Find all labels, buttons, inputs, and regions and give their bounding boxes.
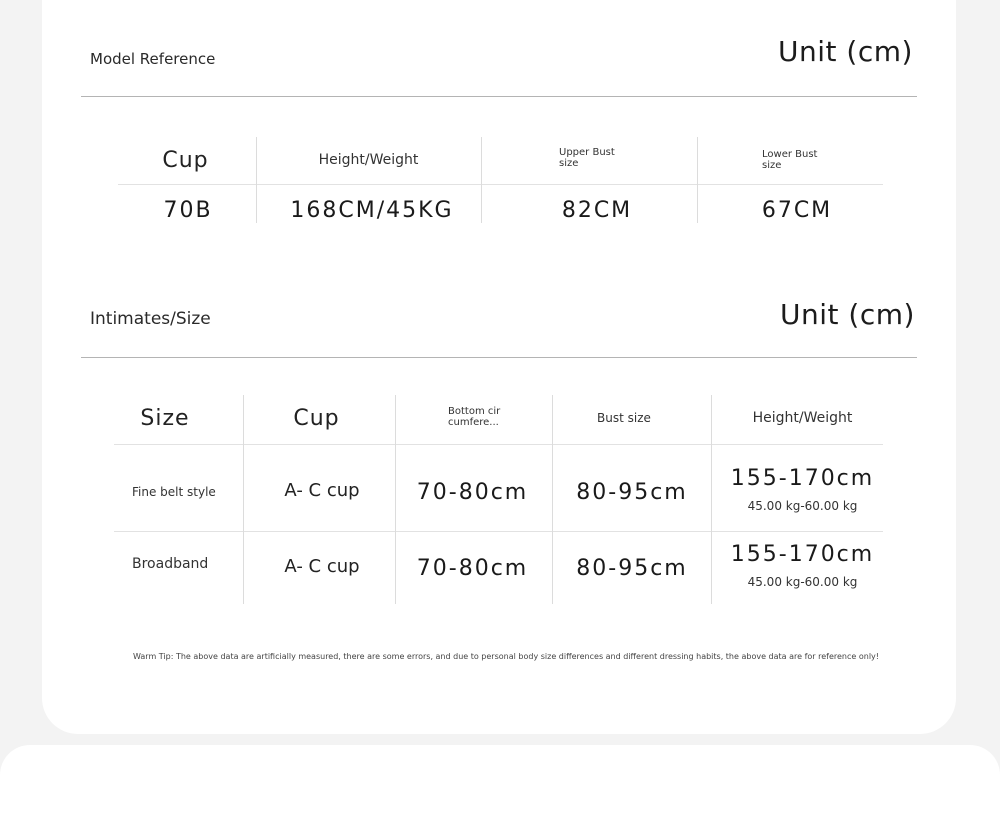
model-value-cup: 70B xyxy=(163,197,213,223)
size-header-height-weight: Height/Weight xyxy=(752,410,853,426)
size-row-1-label: Fine belt style xyxy=(132,485,216,499)
size-unit-label: Unit (cm) xyxy=(780,298,915,331)
size-header-size: Size xyxy=(140,405,190,431)
size-row-2-height: 155-170cm xyxy=(730,541,875,567)
model-value-upper-bust: 82CM xyxy=(561,197,633,223)
intimates-size-title: Intimates/Size xyxy=(90,309,211,329)
model-header-cup: Cup xyxy=(162,147,209,173)
size-row-1-bottom: 70-80cm xyxy=(416,479,529,505)
size-row-1-bust: 80-95cm xyxy=(576,479,688,505)
model-header-height-weight: Height/Weight xyxy=(318,152,419,168)
size-header-cup: Cup xyxy=(293,405,340,431)
size-table-row-divider xyxy=(114,444,883,445)
size-row-1-height: 155-170cm xyxy=(730,465,875,491)
warm-tip-text: Warm Tip: The above data are artificiall… xyxy=(133,652,879,661)
size-row-2-weight: 45.00 kg-60.00 kg xyxy=(747,574,858,589)
size-row-2-height-weight: 155-170cm 45.00 kg-60.00 kg xyxy=(711,540,894,590)
bottom-card xyxy=(0,745,1000,825)
model-reference-title: Model Reference xyxy=(90,50,216,68)
model-value-lower-bust: 67CM xyxy=(761,197,833,223)
model-table-row-divider xyxy=(118,184,883,185)
size-chart-card: Model Reference Unit (cm) Cup Height/Wei… xyxy=(42,0,956,734)
size-row-1-cup: A- C cup xyxy=(284,479,360,501)
size-row-2-label: Broadband xyxy=(132,556,209,572)
size-section-divider xyxy=(81,357,917,358)
size-header-bust-size: Bust size xyxy=(597,411,651,425)
model-header-lower-bust: Lower Bust size xyxy=(762,149,818,171)
size-row-2-bust: 80-95cm xyxy=(576,555,688,581)
model-value-height-weight: 168CM/45KG xyxy=(290,197,454,223)
size-row-1-height-weight: 155-170cm 45.00 kg-60.00 kg xyxy=(711,464,894,514)
size-row-2-bottom: 70-80cm xyxy=(416,555,529,581)
size-row-2-cup: A- C cup xyxy=(284,555,360,577)
model-section-divider xyxy=(81,96,917,97)
model-unit-label: Unit (cm) xyxy=(778,35,913,68)
size-header-bottom-circumference: Bottom cir cumfere... xyxy=(448,406,501,428)
size-row-1-weight: 45.00 kg-60.00 kg xyxy=(747,498,858,513)
model-header-upper-bust: Upper Bust size xyxy=(559,147,615,169)
size-table-row-divider xyxy=(114,531,883,532)
